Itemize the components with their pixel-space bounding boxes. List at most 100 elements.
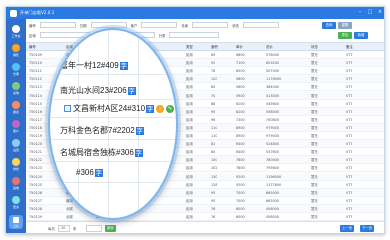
maximize-icon[interactable]: □: [367, 9, 373, 15]
export-button[interactable]: 导出: [338, 32, 352, 39]
table-cell: 558000: [266, 109, 279, 114]
filter-input[interactable]: [90, 22, 127, 28]
column-header[interactable]: 状态: [311, 43, 318, 51]
location-icon[interactable]: ↕: [156, 104, 165, 113]
magnified-address-text: 嘉年一村12#409: [60, 61, 119, 70]
sidebar-item-icon: [12, 120, 20, 128]
table-cell: 90: [211, 109, 216, 114]
table-cell: 700800: [266, 117, 279, 122]
table-cell: 750112: [29, 77, 42, 82]
column-header[interactable]: 备注: [346, 43, 353, 51]
prev-page-button[interactable]: 上一页: [340, 225, 355, 232]
sidebar-item-0[interactable]: 工作台: [6, 23, 26, 41]
sidebar-item-6[interactable]: 设置: [6, 137, 26, 155]
text-tag-icon[interactable]: 字: [134, 148, 143, 157]
table-cell: 750117: [29, 117, 42, 122]
text-tag-icon[interactable]: 字: [94, 168, 103, 177]
row-checkbox[interactable]: [64, 105, 71, 112]
table-cell: 6400: [236, 142, 245, 147]
table-cell: VT7: [346, 166, 353, 171]
sidebar-item-icon: [12, 101, 20, 109]
pager-suffix: 条: [73, 227, 77, 231]
jump-button[interactable]: 跳转: [105, 225, 116, 232]
table-cell: 8900: [236, 125, 245, 130]
sidebar-item-8[interactable]: 其他: [6, 175, 26, 193]
add-button[interactable]: 新增: [354, 32, 368, 39]
edit-icon[interactable]: ✎: [166, 104, 175, 113]
column-header[interactable]: 类型: [186, 43, 193, 51]
scan-icon: [13, 216, 19, 223]
sidebar-item-7[interactable]: 财务: [6, 156, 26, 174]
table-cell: 750127: [29, 198, 42, 203]
scan-button[interactable]: 扫码: [9, 215, 23, 229]
column-header[interactable]: 编号: [29, 43, 36, 51]
table-cell: 民用: [186, 61, 193, 66]
table-cell: 暂无: [311, 215, 318, 219]
table-cell: 78: [211, 69, 216, 74]
filter-select[interactable]: [39, 32, 90, 38]
table-cell: 130: [211, 174, 218, 179]
text-tag-icon[interactable]: 字: [146, 104, 155, 113]
sidebar-item-icon: [12, 82, 20, 90]
sidebar-item-label: 财务: [12, 167, 19, 171]
table-cell: 979000: [266, 134, 279, 138]
table-cell: 120: [211, 77, 218, 82]
window-title: 开单门店版V2.0.1: [20, 10, 55, 15]
text-tag-icon[interactable]: 字: [135, 126, 144, 135]
next-page-button[interactable]: 下一页: [360, 225, 375, 232]
table-cell: 6500: [236, 69, 245, 74]
table-cell: 暂无: [311, 174, 318, 179]
table-cell: VT7: [346, 190, 353, 195]
text-tag-icon[interactable]: 字: [127, 86, 136, 95]
sidebar-item-5[interactable]: 客户: [6, 118, 26, 136]
magnified-address-text: 万科金色名郡7#2202: [60, 126, 135, 135]
page-size-select[interactable]: 20: [58, 225, 70, 232]
filter-input[interactable]: [192, 22, 229, 28]
table-cell: 民用: [186, 69, 193, 74]
close-icon[interactable]: ×: [377, 9, 383, 15]
table-cell: 9800: [236, 77, 245, 82]
filter-label: 分类: [158, 33, 166, 38]
table-cell: 750109: [29, 53, 42, 57]
table-cell: 暂无: [311, 182, 318, 187]
table-cell: 民用: [186, 101, 193, 106]
magnified-address: 文昌新村A区24#310字↕✎✕: [64, 103, 176, 114]
table-cell: 民用: [186, 190, 193, 195]
minimize-icon[interactable]: –: [357, 9, 363, 15]
table-cell: VT7: [346, 198, 353, 203]
grid-line: [50, 99, 176, 100]
table-cell: 750111: [29, 69, 42, 74]
table-cell: 545600: [266, 101, 279, 106]
sidebar-item-4[interactable]: 报表: [6, 99, 26, 117]
text-tag-icon[interactable]: 字: [119, 61, 128, 70]
table-cell: 95: [211, 190, 216, 195]
sidebar-item-9[interactable]: 更多: [6, 194, 26, 212]
filter-input[interactable]: [141, 22, 178, 28]
sidebar-item-1[interactable]: 销售: [6, 42, 26, 60]
table-cell: VT7: [346, 101, 353, 106]
column-header[interactable]: 单价: [236, 43, 243, 51]
table-cell: 暂无: [311, 109, 318, 114]
column-header[interactable]: 总价: [266, 43, 273, 51]
sidebar-item-3[interactable]: 采购: [6, 80, 26, 98]
table-cell: 6800: [236, 53, 245, 57]
reset-button[interactable]: 重置: [338, 22, 352, 29]
table-cell: 750125: [29, 182, 42, 187]
table-cell: 6400: [236, 150, 245, 155]
search-button[interactable]: 查询: [322, 22, 336, 29]
filter-select[interactable]: [169, 32, 220, 38]
filter-toolbar: 编号日期客户仓库状态 区域类型分类 查询 重置 导出 新增: [26, 19, 384, 43]
table-cell: VT7: [346, 142, 353, 147]
table-row[interactable]: 750129北城翠苑新村6#603民用766000456000暂无VT7: [26, 213, 384, 221]
table-cell: 537600: [266, 150, 279, 155]
table-cell: 780000: [266, 158, 279, 163]
grid-line: [50, 117, 176, 118]
filter-input[interactable]: [39, 22, 76, 28]
filter-input[interactable]: [242, 22, 279, 28]
column-header[interactable]: 面积: [211, 43, 218, 51]
table-cell: 750114: [29, 93, 42, 98]
page-jump-input[interactable]: [86, 225, 102, 232]
sidebar-item-2[interactable]: 仓库: [6, 61, 26, 79]
table-cell: 民用: [186, 85, 193, 90]
table-cell: 暂无: [311, 158, 318, 163]
